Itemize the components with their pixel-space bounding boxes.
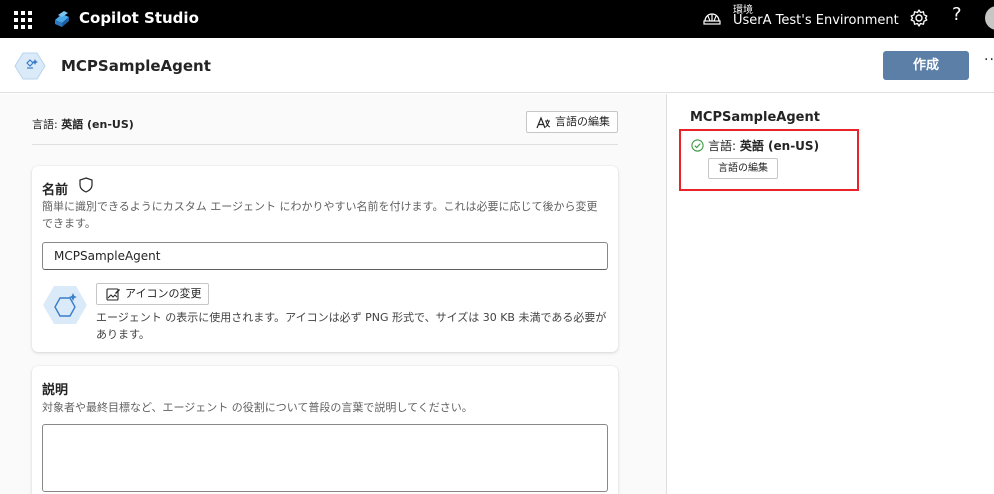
agent-avatar-icon bbox=[14, 52, 46, 80]
change-icon-button[interactable]: アイコンの変更 bbox=[96, 283, 209, 305]
preview-agent-name: MCPSampleAgent bbox=[690, 110, 820, 125]
more-options-icon[interactable]: ··· bbox=[984, 52, 994, 68]
language-prefix: 言語: bbox=[32, 118, 62, 131]
name-card: 名前 簡単に識別できるようにカスタム エージェント にわかりやすい名前を付けます… bbox=[32, 166, 618, 352]
icon-help-text: エージェント の表示に使用されます。アイコンは必ず PNG 形式で、サイズは 3… bbox=[96, 311, 607, 341]
agent-icon-preview bbox=[43, 286, 87, 324]
name-help-text: 簡単に識別できるようにカスタム エージェント にわかりやすい名前を付けます。これ… bbox=[42, 200, 598, 230]
help-icon[interactable]: ? bbox=[952, 4, 962, 25]
edit-image-icon bbox=[106, 288, 120, 301]
top-bar: Copilot Studio 環境 UserA Test's Environme… bbox=[0, 0, 994, 38]
edit-language-button[interactable]: 言語の編集 bbox=[526, 111, 618, 133]
language-summary: 言語: 英語 (en-US) bbox=[32, 116, 134, 132]
description-textarea[interactable] bbox=[42, 424, 608, 492]
translate-icon bbox=[536, 116, 551, 129]
description-section-title: 説明 bbox=[42, 383, 69, 398]
divider bbox=[32, 144, 618, 145]
agent-header: MCPSampleAgent 作成 ··· bbox=[0, 38, 994, 93]
language-value: 英語 (en-US) bbox=[61, 118, 134, 131]
agent-name-input[interactable]: MCPSampleAgent bbox=[42, 242, 608, 270]
settings-gear-icon[interactable] bbox=[908, 7, 930, 29]
preview-edit-language-button[interactable]: 言語の編集 bbox=[708, 158, 778, 179]
description-card: 説明 対象者や最終目標など、エージェント の役割について普段の言葉で説明してくだ… bbox=[32, 366, 618, 494]
environment-name[interactable]: UserA Test's Environment bbox=[733, 13, 899, 28]
preview-language-value: 英語 (en-US) bbox=[739, 139, 820, 153]
configuration-pane: 言語: 英語 (en-US) 言語の編集 名前 簡単に識別できるようにカスタム … bbox=[0, 94, 667, 494]
shield-icon bbox=[79, 177, 93, 193]
name-section-title: 名前 bbox=[42, 183, 69, 198]
preview-pane: MCPSampleAgent 言語: 英語 (en-US) 言語の編集 bbox=[668, 94, 994, 494]
edit-language-label: 言語の編集 bbox=[555, 115, 610, 128]
app-launcher-icon[interactable] bbox=[12, 9, 32, 29]
app-title: Copilot Studio bbox=[79, 9, 199, 27]
create-button[interactable]: 作成 bbox=[883, 51, 969, 80]
change-icon-label: アイコンの変更 bbox=[125, 287, 202, 300]
preview-language-prefix: 言語: bbox=[708, 139, 740, 153]
environment-icon bbox=[703, 13, 721, 25]
user-avatar[interactable] bbox=[985, 6, 994, 30]
check-circle-icon bbox=[691, 139, 704, 152]
page-title: MCPSampleAgent bbox=[61, 57, 211, 75]
description-help-text: 対象者や最終目標など、エージェント の役割について普段の言葉で説明してください。 bbox=[42, 401, 473, 414]
copilot-studio-logo-icon bbox=[55, 11, 69, 27]
preview-language: 言語: 英語 (en-US) bbox=[708, 137, 819, 154]
